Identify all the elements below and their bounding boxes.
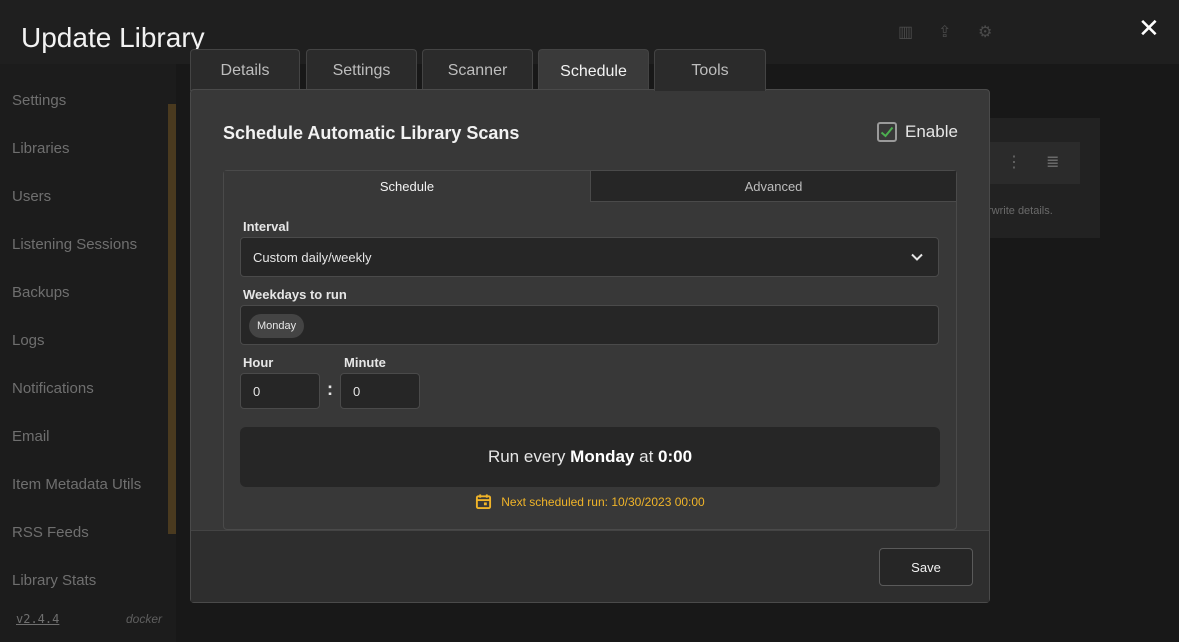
schedule-panel: Schedule Advanced Interval Custom daily/…: [223, 170, 957, 530]
weekdays-label: Weekdays to run: [243, 287, 347, 302]
interval-label: Interval: [243, 219, 290, 234]
weekday-chip-monday[interactable]: Monday: [249, 314, 305, 338]
sidebar-item-users[interactable]: Users: [12, 188, 51, 205]
sidebar-item-library-stats[interactable]: Library Stats: [12, 572, 96, 589]
sidebar-item-settings[interactable]: Settings: [12, 92, 66, 109]
weekdays-multiselect[interactable]: Monday: [240, 305, 939, 345]
schedule-heading: Schedule Automatic Library Scans: [223, 123, 520, 143]
minute-value: 0: [353, 384, 361, 399]
next-scheduled-run: Next scheduled run: 10/30/2023 00:00: [224, 493, 956, 510]
interval-value: Custom daily/weekly: [253, 250, 372, 265]
more-vertical-icon[interactable]: ⋮: [1006, 152, 1022, 172]
hour-label: Hour: [243, 355, 274, 370]
tab-scanner[interactable]: Scanner: [422, 49, 533, 91]
stats-icon: ▥: [898, 24, 914, 41]
hour-value: 0: [253, 384, 261, 399]
chevron-down-icon: [911, 253, 923, 261]
tab-schedule[interactable]: Schedule: [538, 49, 649, 93]
sidebar-item-item-metadata-utils[interactable]: Item Metadata Utils: [12, 476, 141, 493]
upload-icon: ⇪: [938, 24, 952, 41]
drag-handle-icon[interactable]: ≣: [1046, 152, 1059, 172]
sidebar-item-rss-feeds[interactable]: RSS Feeds: [12, 524, 89, 541]
library-card-text: rwrite details.: [988, 205, 1053, 217]
install-type: docker: [126, 612, 163, 626]
calendar-icon: [476, 494, 492, 510]
save-button[interactable]: Save: [879, 548, 973, 586]
check-icon: [880, 126, 894, 138]
minute-input[interactable]: 0: [340, 373, 420, 409]
sidebar-item-email[interactable]: Email: [12, 428, 50, 445]
subtab-schedule[interactable]: Schedule: [224, 171, 590, 202]
sidebar-item-logs[interactable]: Logs: [12, 332, 45, 349]
minute-label: Minute: [344, 355, 386, 370]
summary-time: 0:00: [658, 447, 693, 466]
version-link[interactable]: v2.4.4: [16, 612, 59, 626]
sidebar-item-listening-sessions[interactable]: Listening Sessions: [12, 236, 137, 253]
time-separator: :: [327, 379, 333, 399]
close-icon[interactable]: ✕: [1138, 14, 1160, 42]
settings-gear-icon: ⚙: [978, 24, 993, 41]
enable-checkbox[interactable]: Enable: [877, 122, 958, 142]
modal-footer: [191, 530, 989, 602]
hour-input[interactable]: 0: [240, 373, 320, 409]
summary-day: Monday: [570, 447, 635, 466]
library-card-toolbar: ⋮ ≣: [990, 142, 1080, 184]
enable-label: Enable: [905, 122, 958, 141]
sidebar-scroll-accent: [168, 104, 176, 534]
next-run-text: Next scheduled run: 10/30/2023 00:00: [501, 494, 705, 509]
subtab-advanced[interactable]: Advanced: [590, 171, 956, 202]
interval-select[interactable]: Custom daily/weekly: [240, 237, 939, 277]
modal-title: Update Library: [21, 22, 205, 53]
sidebar-item-notifications[interactable]: Notifications: [12, 380, 94, 397]
tab-details[interactable]: Details: [190, 49, 300, 91]
tab-settings[interactable]: Settings: [306, 49, 417, 91]
checkbox-box[interactable]: [877, 122, 897, 142]
tab-tools[interactable]: Tools: [654, 49, 766, 91]
sidebar-item-backups[interactable]: Backups: [12, 284, 70, 301]
update-library-modal: Schedule Automatic Library Scans Enable …: [190, 89, 990, 603]
sidebar-item-libraries[interactable]: Libraries: [0, 140, 168, 157]
summary-prefix: Run every: [487, 447, 571, 466]
schedule-summary: Run every Monday at 0:00: [240, 427, 940, 487]
summary-middle: at: [634, 447, 659, 466]
